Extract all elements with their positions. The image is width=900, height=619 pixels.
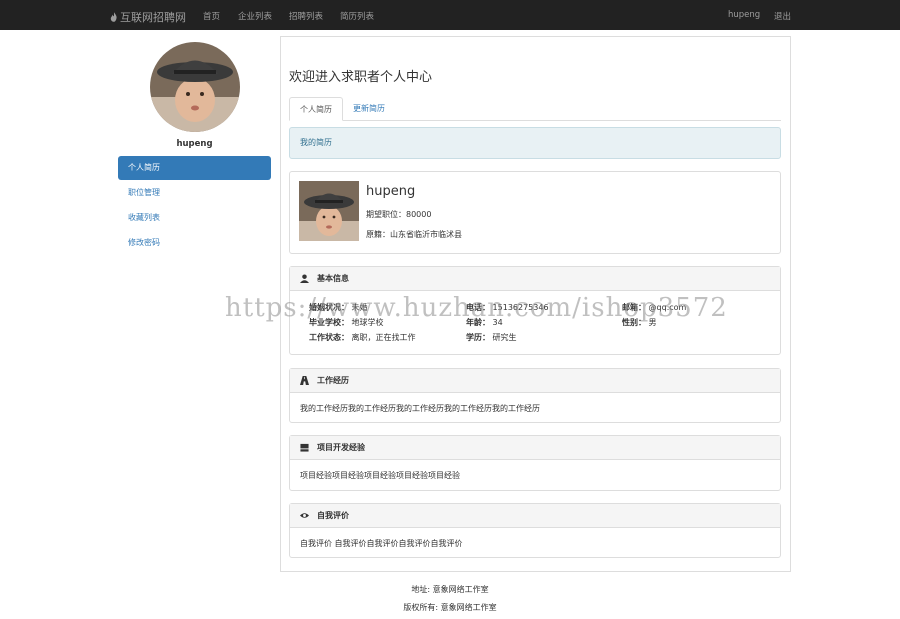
self-evaluation-header: 自我评价 (290, 504, 780, 528)
tab-resume[interactable]: 个人简历 (289, 97, 343, 121)
top-navbar: 互联网招聘网 首页 企业列表 招聘列表 简历列表 hupeng 退出 (0, 0, 900, 30)
page-title: 欢迎进入求职者个人中心 (289, 70, 433, 85)
brand-link[interactable]: 互联网招聘网 (110, 9, 186, 25)
basic-info-header: 基本信息 (290, 267, 780, 291)
nav-username[interactable]: hupeng (728, 10, 760, 20)
profile-card: hupeng 期望职位：80000 原籍：山东省临沂市临沭县 (289, 171, 781, 254)
field-education: 学历： 研究生 (466, 333, 517, 342)
sidebar-item-favorites[interactable]: 收藏列表 (118, 206, 271, 230)
self-evaluation-title: 自我评价 (317, 510, 349, 520)
work-experience-title: 工作经历 (317, 375, 349, 385)
project-panel: 项目开发经验 项目经验项目经验项目经验项目经验项目经验 (289, 435, 781, 491)
nav-resumes[interactable]: 简历列表 (340, 10, 374, 22)
profile-origin: 原籍：山东省临沂市临沭县 (366, 230, 462, 239)
nav-home[interactable]: 首页 (203, 10, 220, 22)
work-experience-panel: 工作经历 我的工作经历我的工作经历我的工作经历我的工作经历我的工作经历 (289, 368, 781, 423)
footer-address: 地址: 意象网络工作室 (411, 585, 489, 594)
user-icon (300, 274, 309, 283)
self-evaluation-text: 自我评价 自我评价自我评价自我评价自我评价 (300, 539, 463, 548)
flame-icon (110, 12, 117, 22)
avatar (150, 42, 240, 132)
project-title: 项目开发经验 (317, 442, 365, 452)
project-text: 项目经验项目经验项目经验项目经验项目经验 (300, 471, 460, 480)
field-work-status: 工作状态： 离职，正在找工作 (309, 333, 416, 342)
sidebar-username: hupeng (176, 139, 213, 149)
profile-photo (299, 181, 359, 241)
basic-info-title: 基本信息 (317, 273, 349, 283)
road-icon (300, 376, 309, 385)
sidebar-item-password[interactable]: 修改密码 (118, 231, 271, 255)
sidebar-item-resume[interactable]: 个人简历 (118, 156, 271, 180)
sidebar-item-jobs[interactable]: 职位管理 (118, 181, 271, 205)
self-evaluation-panel: 自我评价 自我评价 自我评价自我评价自我评价自我评价 (289, 503, 781, 558)
eye-icon (300, 513, 309, 518)
nav-logout[interactable]: 退出 (774, 10, 791, 22)
brand-text: 互联网招聘网 (120, 11, 186, 24)
project-header: 项目开发经验 (290, 436, 780, 460)
profile-job: 期望职位：80000 (366, 210, 432, 219)
my-resume-alert: 我的简历 (289, 127, 781, 159)
footer-copyright: 版权所有: 意象网络工作室 (403, 603, 497, 612)
profile-name: hupeng (366, 184, 416, 199)
watermark: https://www.huzhan.com/ishop3572 (225, 293, 728, 323)
nav-jobs[interactable]: 招聘列表 (289, 10, 323, 22)
tab-update-resume[interactable]: 更新简历 (343, 97, 395, 121)
hdd-icon (300, 443, 309, 452)
nav-companies[interactable]: 企业列表 (238, 10, 272, 22)
work-experience-text: 我的工作经历我的工作经历我的工作经历我的工作经历我的工作经历 (300, 404, 540, 413)
work-experience-header: 工作经历 (290, 369, 780, 393)
